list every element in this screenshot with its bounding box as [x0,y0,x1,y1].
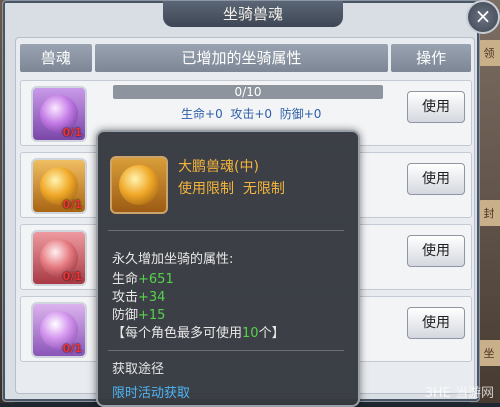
table-header: 兽魂 已增加的坐骑属性 操作 [16,44,474,72]
atk-value: +34 [138,290,166,305]
gold-phoenix-soul-icon[interactable]: 0/1 [31,158,87,214]
usage-note: 【每个角色最多可使用10个】 [112,322,285,341]
limit-label: 使用限制 [178,181,234,197]
use-button[interactable]: 使用 [407,91,465,123]
hp-value: +0 [205,107,223,121]
limit-value: 无限制 [242,181,285,197]
usage-limit: 使用限制 无限制 [178,178,285,198]
hp-value: +651 [138,272,174,287]
purple-phoenix-soul-icon[interactable]: 0/1 [31,86,87,142]
header-soul: 兽魂 [20,44,92,72]
atk-bonus: 攻击+34 [112,286,165,305]
atk-value: +0 [254,107,273,121]
gold-phoenix-soul-icon [110,156,168,214]
red-phoenix-soul-icon[interactable]: 0/1 [31,230,87,286]
note-count: 10 [242,326,259,341]
window-title: 坐骑兽魂 [163,1,343,27]
header-attributes: 已增加的坐骑属性 [94,44,389,72]
atk-label: 攻击 [230,107,255,121]
side-tag-1[interactable]: 领 [478,40,500,66]
item-name: 大鹏兽魂(中) [178,159,259,175]
use-button[interactable]: 使用 [407,163,465,195]
divider [108,230,344,231]
def-label: 防御 [112,308,139,323]
effect-description: 永久增加坐骑的属性: [112,252,234,267]
item-tooltip: 大鹏兽魂(中) 使用限制 无限制 永久增加坐骑的属性: 生命+651 攻击+34… [96,130,360,407]
def-value: +0 [303,107,322,121]
close-icon[interactable]: × [466,0,500,34]
watermark: 3HE 当游网 [424,386,494,401]
header-action: 操作 [391,44,472,72]
attribute-stats: 生命+0 攻击+0 防御+0 [181,105,321,122]
def-value: +15 [138,308,166,323]
source-link[interactable]: 限时活动获取 [112,382,190,401]
violet-orb-soul-icon[interactable]: 0/1 [31,302,87,358]
hp-bonus: 生命+651 [112,268,174,287]
source-header: 获取途径 [112,362,165,377]
note-suffix: 个】 [258,326,285,341]
note-prefix: 【每个角色最多可使用 [112,326,243,341]
use-button[interactable]: 使用 [407,235,465,267]
side-tag-3[interactable]: 坐 [478,340,500,366]
def-label: 防御 [279,107,304,121]
side-tag-2[interactable]: 封 [478,200,500,226]
item-count: 0/1 [62,126,82,139]
atk-label: 攻击 [112,290,139,305]
hp-label: 生命 [181,107,206,121]
item-count: 0/1 [62,198,82,211]
hp-label: 生命 [112,272,139,287]
use-button[interactable]: 使用 [407,307,465,339]
def-bonus: 防御+15 [112,304,165,323]
item-count: 0/1 [62,342,82,355]
divider [108,350,344,351]
progress-bar: 0/10 [113,85,383,99]
phoenix-emblem-icon [119,165,159,205]
item-count: 0/1 [62,270,82,283]
